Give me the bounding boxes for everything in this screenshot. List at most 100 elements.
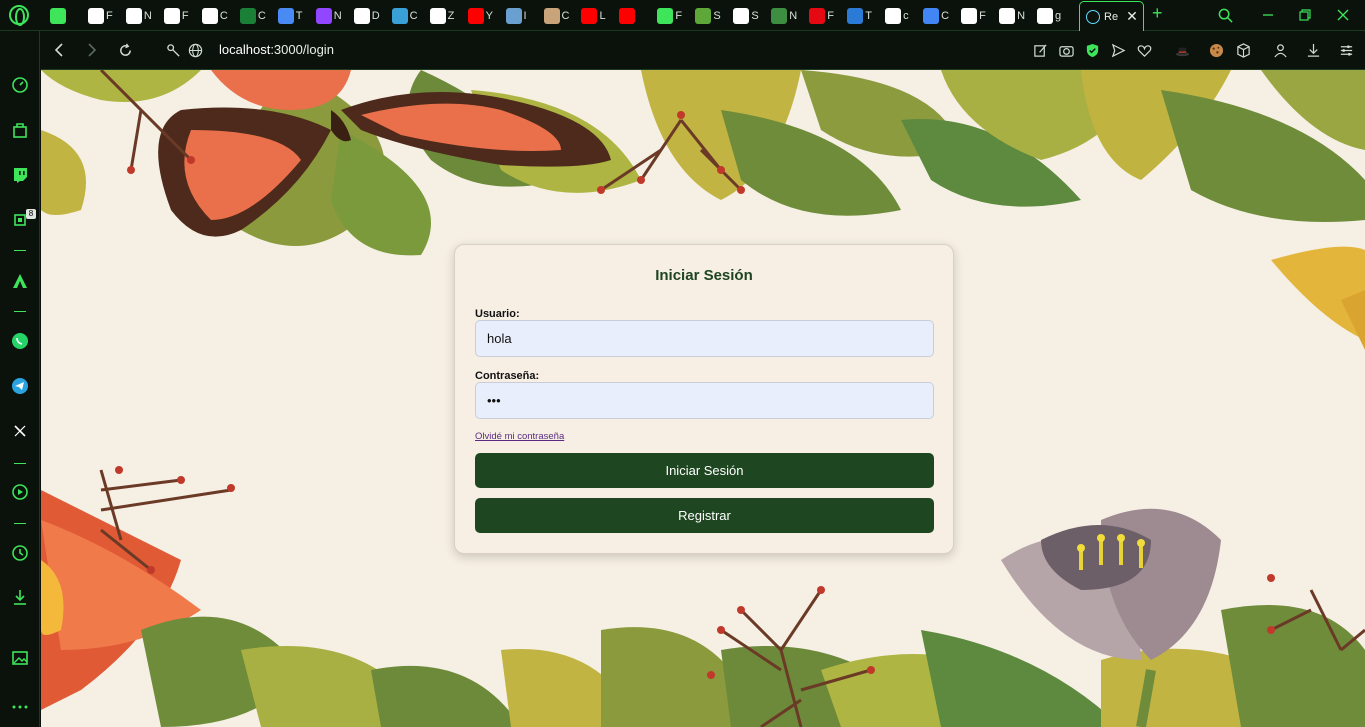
twitch-icon bbox=[315, 8, 332, 24]
tab-label: S bbox=[713, 10, 721, 22]
browser-tab[interactable]: S bbox=[733, 5, 759, 27]
cookie-icon[interactable] bbox=[1207, 41, 1225, 59]
tab-label: F bbox=[827, 10, 834, 22]
sidebar: 8 bbox=[0, 31, 40, 727]
browser-tab[interactable] bbox=[50, 5, 68, 27]
tab-label: N bbox=[789, 10, 798, 22]
user-label: Usuario: bbox=[475, 308, 520, 320]
reload-icon[interactable] bbox=[116, 41, 134, 59]
downloads-icon[interactable] bbox=[10, 587, 30, 607]
telegram-icon[interactable] bbox=[10, 376, 30, 396]
browser-tab[interactable]: F bbox=[87, 5, 113, 27]
register-button[interactable]: Registrar bbox=[475, 498, 934, 533]
opera-menu-icon[interactable] bbox=[9, 5, 29, 26]
browser-tab[interactable]: S bbox=[695, 5, 721, 27]
profile-icon[interactable] bbox=[1271, 41, 1289, 59]
tab-label: D bbox=[371, 10, 380, 22]
browser-tab[interactable]: Z bbox=[429, 5, 455, 27]
diamond-icon bbox=[657, 8, 674, 24]
node-icon bbox=[771, 8, 788, 24]
tab-label: N bbox=[333, 10, 342, 22]
sidebar-divider bbox=[14, 463, 26, 464]
key-icon[interactable] bbox=[164, 41, 182, 59]
globe-icon[interactable] bbox=[186, 41, 204, 59]
back-icon[interactable] bbox=[50, 41, 68, 59]
browser-tab[interactable]: Y bbox=[467, 5, 493, 27]
cube-icon[interactable] bbox=[1234, 41, 1252, 59]
password-input[interactable] bbox=[475, 382, 934, 419]
google-icon bbox=[885, 8, 902, 24]
forward-icon[interactable] bbox=[83, 41, 101, 59]
more-icon[interactable] bbox=[10, 697, 30, 717]
login-button[interactable]: Iniciar Sesión bbox=[475, 453, 934, 488]
tab-label: T bbox=[295, 10, 303, 22]
browser-tab[interactable]: F bbox=[657, 5, 682, 27]
url-host: localhost bbox=[219, 42, 271, 57]
sidebar-divider bbox=[14, 523, 26, 524]
browser-tab[interactable]: C bbox=[201, 5, 228, 27]
player-icon[interactable] bbox=[10, 482, 30, 502]
browser-tab[interactable]: N bbox=[125, 5, 152, 27]
restore-icon[interactable] bbox=[1295, 5, 1315, 25]
google-icon bbox=[961, 8, 978, 24]
speed-dial-icon[interactable] bbox=[10, 75, 30, 95]
edit-icon[interactable] bbox=[1031, 41, 1049, 59]
browser-tab[interactable]: N bbox=[771, 5, 797, 27]
twitch-icon[interactable] bbox=[10, 165, 30, 185]
chip-icon[interactable] bbox=[10, 210, 30, 230]
heart-icon[interactable] bbox=[1135, 41, 1153, 59]
shield-icon[interactable] bbox=[1083, 41, 1101, 59]
camera-icon[interactable] bbox=[1057, 41, 1075, 59]
forgot-password-link[interactable]: Olvidé mi contraseña bbox=[475, 431, 564, 442]
minimize-icon[interactable] bbox=[1258, 5, 1278, 25]
tab-label: c bbox=[903, 10, 909, 22]
shopping-bag-icon[interactable] bbox=[10, 120, 30, 140]
browser-tab[interactable]: F bbox=[961, 5, 986, 27]
browser-tab[interactable]: D bbox=[353, 5, 380, 27]
whatsapp-icon[interactable] bbox=[10, 331, 30, 351]
search-icon[interactable] bbox=[1215, 5, 1235, 25]
browser-tab[interactable]: F bbox=[809, 5, 834, 27]
extension-hat-icon[interactable] bbox=[1173, 41, 1191, 59]
tab-label: Z bbox=[447, 10, 455, 22]
browser-tab[interactable]: N bbox=[315, 5, 342, 27]
browser-tab[interactable]: C bbox=[923, 5, 949, 27]
lens-icon bbox=[923, 8, 940, 24]
browser-tab[interactable]: N bbox=[999, 5, 1025, 27]
easy-setup-icon[interactable] bbox=[1337, 41, 1355, 59]
browser-tab[interactable]: C bbox=[391, 5, 418, 27]
wallpaper-icon[interactable] bbox=[10, 648, 30, 668]
new-tab-button[interactable]: + bbox=[1152, 3, 1163, 24]
aria-icon[interactable] bbox=[10, 271, 30, 291]
browser-tab[interactable]: L bbox=[581, 5, 606, 27]
browser-tab[interactable]: g bbox=[1037, 5, 1061, 27]
send-icon[interactable] bbox=[1109, 41, 1127, 59]
browser-tab[interactable]: c bbox=[885, 5, 909, 27]
download-icon[interactable] bbox=[1304, 41, 1322, 59]
tab-label: Y bbox=[485, 10, 493, 22]
tab-active[interactable]: Re ✕ bbox=[1079, 1, 1144, 31]
browser-tab[interactable]: C bbox=[543, 5, 569, 27]
browser-tab[interactable] bbox=[619, 5, 637, 27]
close-window-icon[interactable] bbox=[1333, 5, 1353, 25]
gamepad-icon bbox=[50, 8, 66, 24]
tab-label: F bbox=[979, 10, 986, 22]
history-icon[interactable] bbox=[10, 543, 30, 563]
tab-label: C bbox=[409, 10, 418, 22]
tab-label: I bbox=[523, 10, 527, 22]
user-input[interactable] bbox=[475, 320, 934, 357]
close-tab-icon[interactable]: ✕ bbox=[1126, 8, 1138, 25]
browser-tab[interactable]: I bbox=[505, 5, 527, 27]
gear-icon bbox=[125, 8, 142, 24]
browser-tab[interactable]: C bbox=[239, 5, 266, 27]
globe-icon bbox=[87, 8, 104, 24]
x-icon[interactable] bbox=[10, 421, 30, 441]
globe-icon bbox=[999, 8, 1016, 24]
tab-label: N bbox=[1017, 10, 1026, 22]
browser-tab[interactable]: T bbox=[847, 5, 872, 27]
tab-strip: F N F C C T N D C Z Y I C L F S S N F Tc C F Ng Re ✕ + bbox=[0, 0, 1365, 31]
browser-tab[interactable]: T bbox=[277, 5, 303, 27]
url-field[interactable]: localhost:3000/login bbox=[219, 42, 334, 57]
browser-tab[interactable]: F bbox=[163, 5, 189, 27]
shopify-icon bbox=[695, 8, 712, 24]
